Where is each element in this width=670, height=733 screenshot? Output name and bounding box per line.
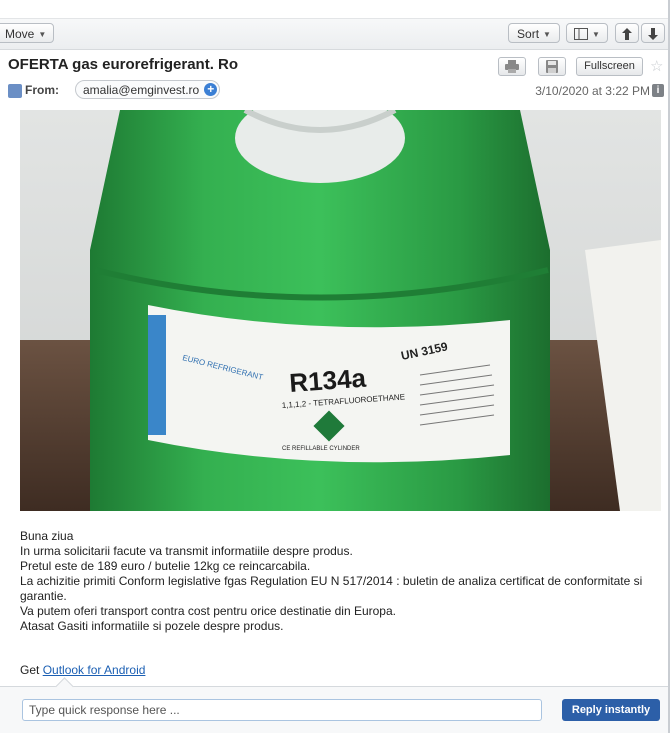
sender-address: amalia@emginvest.ro xyxy=(83,83,200,97)
move-label: Move xyxy=(5,27,35,41)
quick-reply-bar: Reply instantly xyxy=(0,677,668,733)
quick-response-input[interactable] xyxy=(22,699,542,721)
reply-instantly-button[interactable]: Reply instantly xyxy=(562,699,660,721)
floppy-disk-icon xyxy=(546,60,558,73)
arrow-up-icon xyxy=(622,28,632,40)
body-line: La achizitie primiti Conform legislative… xyxy=(20,574,646,603)
body-line: Atasat Gasiti informatiile si pozele des… xyxy=(20,619,284,633)
body-line: In urma solicitarii facute va transmit i… xyxy=(20,544,353,558)
body-line: Pretul este de 189 euro / butelie 12kg c… xyxy=(20,559,311,573)
signature-prefix: Get xyxy=(20,663,43,677)
message-subject: OFERTA gas eurorefrigerant. Ro xyxy=(8,56,239,73)
from-label: From: xyxy=(25,83,59,97)
layout-button[interactable]: ▼ xyxy=(566,23,608,43)
email-viewer: Move ▼ Sort ▼ ▼ OFERTA gas eurorefrigerant… xyxy=(0,0,670,733)
chevron-down-icon: ▼ xyxy=(592,30,600,39)
refrigerant-cylinder-image: EURO REFRIGERANT R134a 1,1,1,2 - TETRAFL… xyxy=(20,110,661,511)
add-contact-icon[interactable]: + xyxy=(204,83,218,96)
cylinder-footer: CE REFILLABLE CYLINDER xyxy=(282,446,360,452)
star-icon[interactable]: ☆ xyxy=(650,57,663,75)
chevron-down-icon: ▼ xyxy=(38,30,47,39)
body-line: Va putem oferi transport contra cost pen… xyxy=(20,604,396,618)
reply-pointer xyxy=(55,677,74,696)
previous-message-button[interactable] xyxy=(615,23,639,43)
info-icon[interactable]: i xyxy=(652,84,664,97)
next-message-button[interactable] xyxy=(641,23,665,43)
contact-card-icon xyxy=(8,84,22,98)
message-body: Buna ziua In urma solicitarii facute va … xyxy=(20,529,650,634)
outlook-android-link[interactable]: Outlook for Android xyxy=(43,663,146,677)
chevron-down-icon: ▼ xyxy=(543,30,551,39)
printer-icon xyxy=(505,60,519,73)
sort-label: Sort xyxy=(517,27,540,41)
fullscreen-button[interactable]: Fullscreen xyxy=(576,57,643,76)
arrow-down-icon xyxy=(648,28,658,40)
print-button[interactable] xyxy=(498,57,526,76)
signature: Get Outlook for Android xyxy=(20,663,145,677)
sender-address-pill[interactable]: amalia@emginvest.ro + xyxy=(75,80,221,99)
message-toolbar: Move ▼ Sort ▼ ▼ xyxy=(0,18,668,50)
sort-button[interactable]: Sort ▼ xyxy=(508,23,560,43)
attached-photo: EURO REFRIGERANT R134a 1,1,1,2 - TETRAFL… xyxy=(20,110,661,511)
message-date: 3/10/2020 at 3:22 PM xyxy=(535,84,650,98)
move-button[interactable]: Move ▼ xyxy=(0,23,54,43)
save-button[interactable] xyxy=(538,57,566,76)
column-layout-icon xyxy=(574,28,589,40)
body-line: Buna ziua xyxy=(20,529,74,543)
cylinder-product: R134a xyxy=(288,363,367,398)
